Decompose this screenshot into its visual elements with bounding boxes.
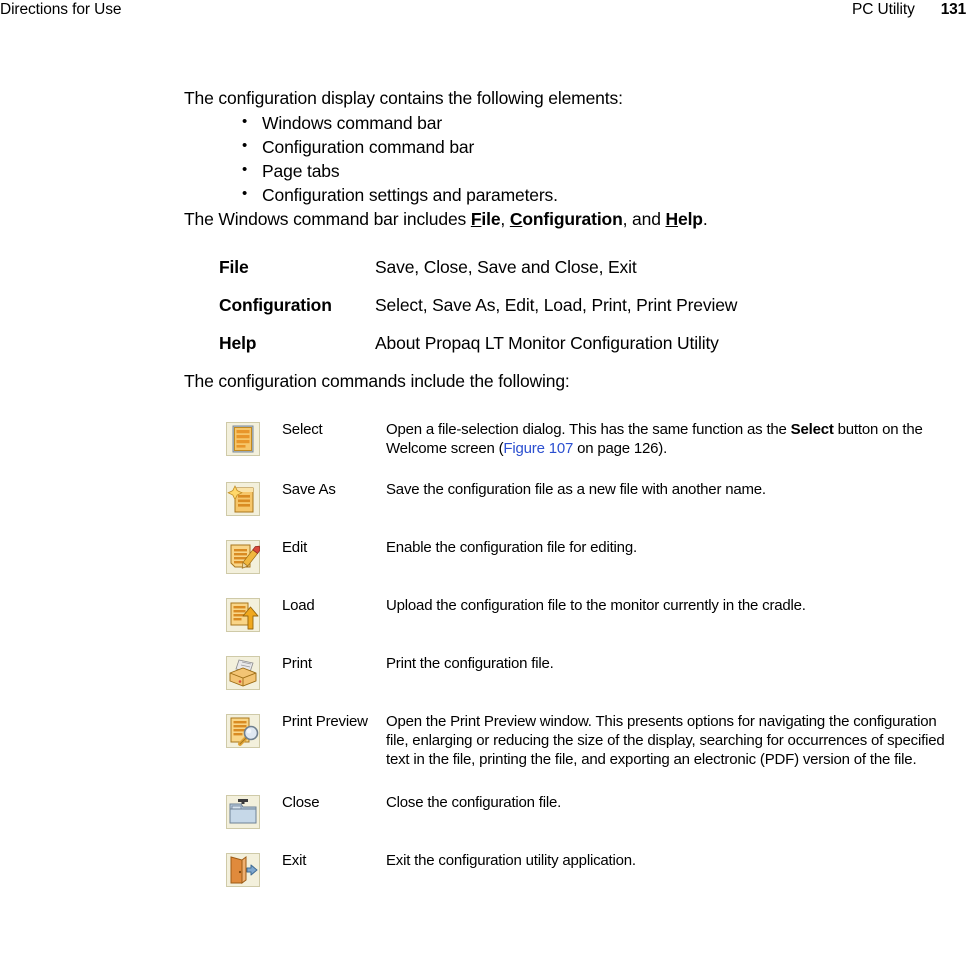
command-icon-table: Select Open a file-selection dialog. Thi…	[226, 420, 960, 909]
menu-commands-file: Save, Close, Save and Close, Exit	[375, 257, 637, 277]
table-row: Print Print the configuration file.	[226, 654, 960, 712]
desc-part-1: Open a file-selection dialog. This has t…	[386, 421, 791, 438]
save-as-document-icon	[226, 482, 260, 516]
figure-107-link[interactable]: Figure 107	[503, 440, 573, 457]
sentence-separator-2: , and	[622, 209, 666, 229]
command-desc-select: Open a file-selection dialog. This has t…	[386, 420, 960, 480]
desc-bold-select: Select	[790, 421, 834, 438]
menu-term-configuration: Configuration	[219, 295, 332, 315]
edit-pencil-document-icon	[226, 540, 260, 574]
table-row: Help About Propaq LT Monitor Configurati…	[219, 331, 737, 369]
mnemonic-letter-h: H	[665, 209, 679, 229]
icon-cell	[226, 596, 282, 654]
sentence-suffix: .	[702, 209, 708, 229]
command-name-save-as: Save As	[282, 481, 336, 498]
command-desc-load: Upload the configuration file to the mon…	[386, 597, 806, 614]
page-number: 131	[940, 1, 966, 18]
select-document-icon	[226, 422, 260, 456]
menu-definition-table: File Save, Close, Save and Close, Exit C…	[219, 255, 737, 369]
command-desc-close: Close the configuration file.	[386, 794, 562, 811]
table-row: Save As Save the configuration file as a…	[226, 480, 960, 538]
mnemonic-letter-c: C	[509, 209, 523, 229]
page-header: Directions for Use PC Utility 131	[0, 0, 970, 24]
list-item-label: Windows command bar	[262, 113, 442, 133]
list-item-label: Configuration settings and parameters.	[262, 185, 558, 205]
table-row: File Save, Close, Save and Close, Exit	[219, 255, 737, 293]
menu-name-help: Help	[666, 209, 703, 229]
mnemonic-letter-f: F	[470, 209, 482, 229]
load-upload-arrow-icon	[226, 598, 260, 632]
table-row: Print Preview Open the Print Preview win…	[226, 712, 960, 793]
icon-cell	[226, 851, 282, 909]
table-row: Exit Exit the configuration utility appl…	[226, 851, 960, 909]
icon-cell	[226, 480, 282, 538]
command-name-load: Load	[282, 597, 315, 614]
print-preview-magnifier-icon	[226, 714, 260, 748]
command-name-print: Print	[282, 655, 312, 672]
command-desc-print: Print the configuration file.	[386, 655, 554, 672]
icon-cell	[226, 793, 282, 851]
table-row: Edit Enable the configuration file for e…	[226, 538, 960, 596]
list-item: • Configuration command bar	[184, 135, 960, 159]
menu-file-rest: ile	[481, 209, 501, 229]
bullet-icon: •	[242, 113, 248, 130]
header-section-title: Directions for Use	[0, 1, 122, 18]
menu-term-help: Help	[219, 333, 257, 353]
intro-paragraph-elements: The configuration display contains the f…	[184, 88, 623, 108]
command-desc-print-preview: Open the Print Preview window. This pres…	[386, 713, 945, 768]
bullet-icon: •	[242, 185, 248, 202]
close-folder-icon	[226, 795, 260, 829]
icon-cell	[226, 538, 282, 596]
header-document-title: PC Utility	[852, 1, 915, 18]
list-item-label: Configuration command bar	[262, 137, 475, 157]
desc-part-3: on page 126).	[573, 440, 668, 457]
printer-icon	[226, 656, 260, 690]
elements-bullet-list: • Windows command bar • Configuration co…	[184, 111, 960, 207]
menu-configuration-rest: onfiguration	[522, 209, 623, 229]
command-desc-edit: Enable the configuration file for editin…	[386, 539, 637, 556]
command-desc-exit: Exit the configuration utility applicati…	[386, 852, 636, 869]
menu-commands-help: About Propaq LT Monitor Configuration Ut…	[375, 333, 719, 353]
command-name-edit: Edit	[282, 539, 308, 556]
bullet-icon: •	[242, 137, 248, 154]
page-content: The configuration display contains the f…	[184, 86, 960, 909]
command-name-close: Close	[282, 794, 320, 811]
list-item-label: Page tabs	[262, 161, 340, 181]
list-item: • Page tabs	[184, 159, 960, 183]
sentence-prefix: The Windows command bar includes	[184, 209, 471, 229]
icon-cell	[226, 654, 282, 712]
command-name-exit: Exit	[282, 852, 307, 869]
menu-commands-configuration: Select, Save As, Edit, Load, Print, Prin…	[375, 295, 738, 315]
table-row: Load Upload the configuration file to th…	[226, 596, 960, 654]
menu-name-configuration: Configuration	[510, 209, 623, 229]
menu-name-file: File	[471, 209, 501, 229]
menu-term-file: File	[219, 257, 249, 277]
intro-paragraph-commands: The configuration commands include the f…	[184, 371, 570, 391]
menu-help-rest: elp	[678, 209, 703, 229]
command-desc-save-as: Save the configuration file as a new fil…	[386, 481, 766, 498]
exit-door-icon	[226, 853, 260, 887]
list-item: • Configuration settings and parameters.	[184, 183, 960, 207]
icon-cell	[226, 420, 282, 480]
table-row: Select Open a file-selection dialog. Thi…	[226, 420, 960, 480]
table-row: Close Close the configuration file.	[226, 793, 960, 851]
table-row: Configuration Select, Save As, Edit, Loa…	[219, 293, 737, 331]
windows-command-bar-sentence: The Windows command bar includes File, C…	[184, 207, 960, 232]
bullet-icon: •	[242, 161, 248, 178]
command-name-print-preview: Print Preview	[282, 713, 368, 730]
icon-cell	[226, 712, 282, 793]
sentence-separator-1: ,	[500, 209, 510, 229]
list-item: • Windows command bar	[184, 111, 960, 135]
command-name-select: Select	[282, 421, 323, 438]
